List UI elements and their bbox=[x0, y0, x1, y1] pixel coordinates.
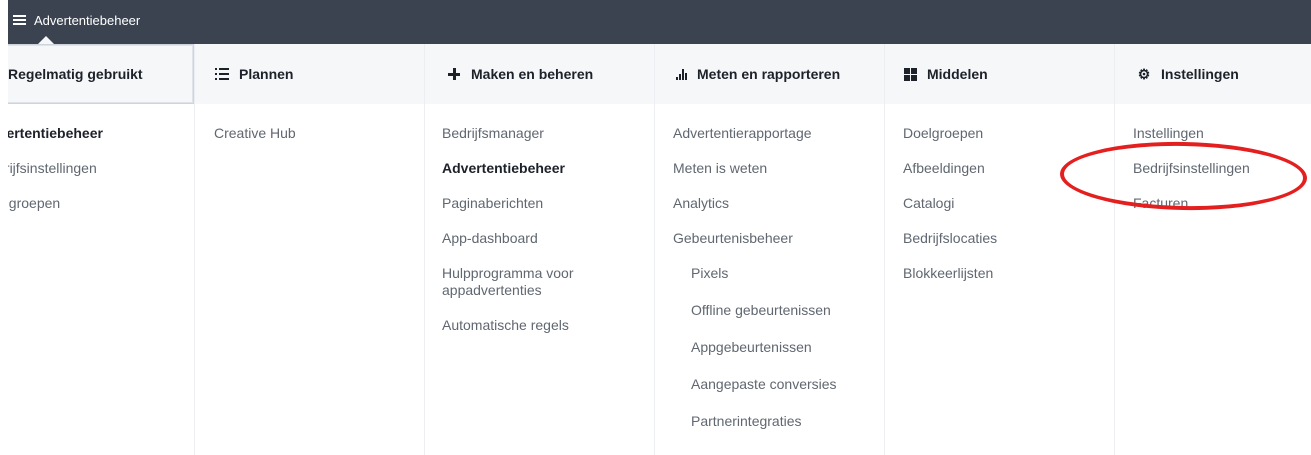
menu-item-gebeurtenisbeheer[interactable]: Gebeurtenisbeheer bbox=[673, 230, 884, 247]
column-title-measure: Meten en rapporteren bbox=[697, 66, 841, 82]
column-create: Maken en beheren Bedrijfsmanager Adverte… bbox=[424, 44, 654, 455]
grid-icon bbox=[904, 67, 917, 81]
list-icon bbox=[215, 67, 229, 81]
menu-item-advertentiebeheer[interactable]: Advertentiebeheer bbox=[8, 125, 194, 142]
menu-item-instellingen[interactable]: Instellingen bbox=[1133, 125, 1311, 142]
menu-subitem-offline-gebeurtenissen[interactable]: Offline gebeurtenissen bbox=[673, 302, 884, 319]
top-bar: Advertentiebeheer bbox=[8, 0, 1311, 44]
column-title-create: Maken en beheren bbox=[471, 66, 594, 82]
menu-item-doelgroepen-assets[interactable]: Doelgroepen bbox=[903, 125, 1114, 142]
column-title-assets: Middelen bbox=[927, 66, 988, 82]
menu-item-afbeeldingen[interactable]: Afbeeldingen bbox=[903, 160, 1114, 177]
column-header-measure[interactable]: Meten en rapporteren bbox=[655, 44, 884, 104]
menu-item-analytics[interactable]: Analytics bbox=[673, 195, 884, 212]
hamburger-icon bbox=[13, 15, 26, 25]
column-header-assets[interactable]: Middelen bbox=[885, 44, 1114, 104]
menu-item-doelgroepen[interactable]: Doelgroepen bbox=[8, 195, 194, 212]
column-title-recent: Regelmatig gebruikt bbox=[8, 66, 143, 82]
menu-subitem-partnerintegraties[interactable]: Partnerintegraties bbox=[673, 413, 884, 430]
gear-icon: ⚙ bbox=[1137, 66, 1151, 82]
column-header-plan[interactable]: Plannen bbox=[195, 44, 424, 104]
menu-item-automatische-regels[interactable]: Automatische regels bbox=[442, 317, 654, 334]
menu-item-catalogi[interactable]: Catalogi bbox=[903, 195, 1114, 212]
column-settings: ⚙ Instellingen Instellingen Bedrijfsinst… bbox=[1114, 44, 1311, 455]
menu-item-advertentiebeheer-current[interactable]: Advertentiebeheer bbox=[442, 160, 654, 177]
menu-item-bedrijfsinstellingen[interactable]: Bedrijfsinstellingen bbox=[8, 160, 194, 177]
menu-item-app-dashboard[interactable]: App-dashboard bbox=[442, 230, 654, 247]
topbar-title: Advertentiebeheer bbox=[34, 13, 141, 28]
menu-item-creative-hub[interactable]: Creative Hub bbox=[214, 125, 424, 142]
menu-subitem-aangepaste-conversies[interactable]: Aangepaste conversies bbox=[673, 376, 884, 393]
menu-item-bedrijfsinstellingen-settings[interactable]: Bedrijfsinstellingen bbox=[1133, 160, 1311, 177]
column-recent: Regelmatig gebruikt Advertentiebeheer Be… bbox=[8, 44, 194, 455]
menu-item-meten-is-weten[interactable]: Meten is weten bbox=[673, 160, 884, 177]
menu-item-facturen[interactable]: Facturen bbox=[1133, 195, 1311, 212]
menu-item-advertentierapportage[interactable]: Advertentierapportage bbox=[673, 125, 884, 142]
menu-item-paginaberichten[interactable]: Paginaberichten bbox=[442, 195, 654, 212]
bar-chart-icon bbox=[676, 67, 687, 81]
menu-item-hulpprogramma[interactable]: Hulpprogramma voor appadvertenties bbox=[442, 265, 612, 299]
menu-item-blokkeerlijsten[interactable]: Blokkeerlijsten bbox=[903, 265, 1114, 282]
menu-caret bbox=[38, 36, 54, 44]
menu-item-bedrijfslocaties[interactable]: Bedrijfslocaties bbox=[903, 230, 1114, 247]
column-title-settings: Instellingen bbox=[1161, 66, 1239, 82]
plus-icon bbox=[447, 67, 461, 81]
menu-item-bedrijfsmanager[interactable]: Bedrijfsmanager bbox=[442, 125, 654, 142]
column-plan: Plannen Creative Hub bbox=[194, 44, 424, 455]
navigation-menu: Regelmatig gebruikt Advertentiebeheer Be… bbox=[8, 44, 1311, 455]
menu-subitem-pixels[interactable]: Pixels bbox=[673, 265, 884, 282]
column-header-settings[interactable]: ⚙ Instellingen bbox=[1115, 44, 1311, 104]
column-header-recent[interactable]: Regelmatig gebruikt bbox=[8, 44, 194, 104]
column-assets: Middelen Doelgroepen Afbeeldingen Catalo… bbox=[884, 44, 1114, 455]
column-measure: Meten en rapporteren Advertentierapporta… bbox=[654, 44, 884, 455]
menu-toggle-button[interactable]: Advertentiebeheer bbox=[8, 0, 194, 44]
menu-subitem-appgebeurtenissen[interactable]: Appgebeurtenissen bbox=[673, 339, 884, 356]
column-header-create[interactable]: Maken en beheren bbox=[425, 44, 654, 104]
column-title-plan: Plannen bbox=[239, 66, 294, 82]
